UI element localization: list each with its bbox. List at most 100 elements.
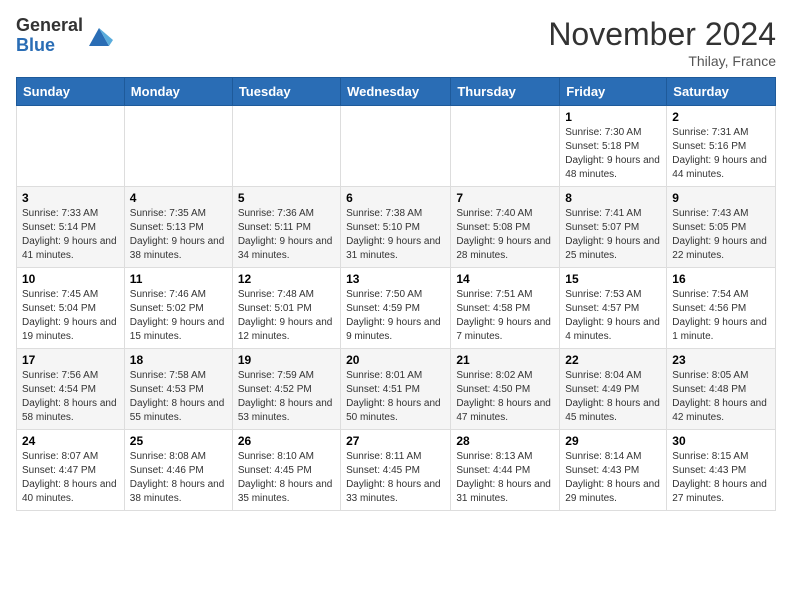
calendar-table: SundayMondayTuesdayWednesdayThursdayFrid… [16,77,776,511]
day-info: Sunrise: 8:05 AM Sunset: 4:48 PM Dayligh… [672,369,770,425]
calendar-cell: 26 Sunrise: 8:10 AM Sunset: 4:45 PM Dayli… [232,430,340,511]
day-number: 27 [346,434,445,448]
day-info: Sunrise: 8:01 AM Sunset: 4:51 PM Dayligh… [346,369,445,425]
calendar-cell: 10Sunrise: 7:45 AM Sunset: 5:04 PM Dayli… [17,268,125,349]
calendar-cell: 24 Sunrise: 8:07 AM Sunset: 4:47 PM Dayli… [17,430,125,511]
day-info: Sunrise: 8:04 AM Sunset: 4:49 PM Dayligh… [565,369,661,425]
calendar-cell: 7 Sunrise: 7:40 AM Sunset: 5:08 PM Daylig… [451,187,560,268]
weekday-header-saturday: Saturday [667,78,776,106]
calendar-cell: 29 Sunrise: 8:14 AM Sunset: 4:43 PM Dayli… [560,430,667,511]
month-title: November 2024 [548,16,776,53]
logo-icon [85,22,113,50]
calendar-cell: 30Sunrise: 8:15 AM Sunset: 4:43 PM Dayli… [667,430,776,511]
calendar-week-4: 17 Sunrise: 7:56 AM Sunset: 4:54 PM Dayli… [17,349,776,430]
calendar-cell: 4Sunrise: 7:35 AM Sunset: 5:13 PM Daylig… [124,187,232,268]
calendar-cell: 5 Sunrise: 7:36 AM Sunset: 5:11 PM Daylig… [232,187,340,268]
day-info: Sunrise: 7:56 AM Sunset: 4:54 PM Dayligh… [22,369,119,425]
day-number: 9 [672,191,770,205]
day-info: Sunrise: 7:35 AM Sunset: 5:13 PM Dayligh… [130,207,227,263]
day-number: 26 [238,434,335,448]
weekday-header-tuesday: Tuesday [232,78,340,106]
calendar-cell: 28 Sunrise: 8:13 AM Sunset: 4:44 PM Dayli… [451,430,560,511]
day-number: 23 [672,353,770,367]
day-number: 24 [22,434,119,448]
day-number: 16 [672,272,770,286]
day-number: 5 [238,191,335,205]
calendar-cell: 15 Sunrise: 7:53 AM Sunset: 4:57 PM Dayli… [560,268,667,349]
day-number: 3 [22,191,119,205]
weekday-header-thursday: Thursday [451,78,560,106]
day-info: Sunrise: 7:54 AM Sunset: 4:56 PM Dayligh… [672,288,770,344]
title-area: November 2024 Thilay, France [548,16,776,69]
day-info: Sunrise: 8:08 AM Sunset: 4:46 PM Dayligh… [130,450,227,506]
calendar-cell: 17 Sunrise: 7:56 AM Sunset: 4:54 PM Dayli… [17,349,125,430]
day-number: 17 [22,353,119,367]
calendar-cell: 20 Sunrise: 8:01 AM Sunset: 4:51 PM Dayli… [341,349,451,430]
day-number: 25 [130,434,227,448]
day-info: Sunrise: 7:30 AM Sunset: 5:18 PM Dayligh… [565,126,661,182]
day-info: Sunrise: 7:53 AM Sunset: 4:57 PM Dayligh… [565,288,661,344]
day-number: 6 [346,191,445,205]
calendar-cell: 3 Sunrise: 7:33 AM Sunset: 5:14 PM Daylig… [17,187,125,268]
day-info: Sunrise: 7:51 AM Sunset: 4:58 PM Dayligh… [456,288,554,344]
calendar-cell: 14 Sunrise: 7:51 AM Sunset: 4:58 PM Dayli… [451,268,560,349]
day-info: Sunrise: 8:14 AM Sunset: 4:43 PM Dayligh… [565,450,661,506]
calendar-week-1: 1 Sunrise: 7:30 AM Sunset: 5:18 PM Daylig… [17,106,776,187]
day-info: Sunrise: 7:59 AM Sunset: 4:52 PM Dayligh… [238,369,335,425]
day-info: Sunrise: 7:50 AM Sunset: 4:59 PM Dayligh… [346,288,445,344]
day-number: 19 [238,353,335,367]
day-info: Sunrise: 7:36 AM Sunset: 5:11 PM Dayligh… [238,207,335,263]
logo-text: General Blue [16,16,83,56]
calendar-week-2: 3 Sunrise: 7:33 AM Sunset: 5:14 PM Daylig… [17,187,776,268]
day-number: 29 [565,434,661,448]
day-info: Sunrise: 8:15 AM Sunset: 4:43 PM Dayligh… [672,450,770,506]
day-number: 8 [565,191,661,205]
calendar-cell [341,106,451,187]
day-info: Sunrise: 8:07 AM Sunset: 4:47 PM Dayligh… [22,450,119,506]
day-number: 18 [130,353,227,367]
weekday-header-wednesday: Wednesday [341,78,451,106]
day-info: Sunrise: 7:31 AM Sunset: 5:16 PM Dayligh… [672,126,770,182]
calendar-cell: 11Sunrise: 7:46 AM Sunset: 5:02 PM Dayli… [124,268,232,349]
day-number: 15 [565,272,661,286]
calendar-cell: 18 Sunrise: 7:58 AM Sunset: 4:53 PM Dayli… [124,349,232,430]
day-info: Sunrise: 7:33 AM Sunset: 5:14 PM Dayligh… [22,207,119,263]
logo-general: General [16,16,83,36]
day-info: Sunrise: 7:46 AM Sunset: 5:02 PM Dayligh… [130,288,227,344]
day-info: Sunrise: 8:11 AM Sunset: 4:45 PM Dayligh… [346,450,445,506]
calendar-cell: 6 Sunrise: 7:38 AM Sunset: 5:10 PM Daylig… [341,187,451,268]
day-number: 21 [456,353,554,367]
day-number: 20 [346,353,445,367]
day-info: Sunrise: 7:40 AM Sunset: 5:08 PM Dayligh… [456,207,554,263]
weekday-header-sunday: Sunday [17,78,125,106]
day-number: 14 [456,272,554,286]
calendar-cell [17,106,125,187]
day-info: Sunrise: 8:10 AM Sunset: 4:45 PM Dayligh… [238,450,335,506]
calendar-cell: 16 Sunrise: 7:54 AM Sunset: 4:56 PM Dayli… [667,268,776,349]
calendar-cell: 13Sunrise: 7:50 AM Sunset: 4:59 PM Dayli… [341,268,451,349]
location: Thilay, France [548,53,776,69]
page-header: General Blue November 2024 Thilay, Franc… [16,16,776,69]
day-number: 1 [565,110,661,124]
calendar-week-3: 10Sunrise: 7:45 AM Sunset: 5:04 PM Dayli… [17,268,776,349]
day-number: 22 [565,353,661,367]
day-info: Sunrise: 7:58 AM Sunset: 4:53 PM Dayligh… [130,369,227,425]
calendar-cell: 8Sunrise: 7:41 AM Sunset: 5:07 PM Daylig… [560,187,667,268]
day-info: Sunrise: 8:02 AM Sunset: 4:50 PM Dayligh… [456,369,554,425]
calendar-cell [232,106,340,187]
day-number: 7 [456,191,554,205]
day-number: 28 [456,434,554,448]
day-number: 10 [22,272,119,286]
day-info: Sunrise: 7:38 AM Sunset: 5:10 PM Dayligh… [346,207,445,263]
calendar-week-5: 24 Sunrise: 8:07 AM Sunset: 4:47 PM Dayli… [17,430,776,511]
calendar-cell [124,106,232,187]
logo: General Blue [16,16,113,56]
weekday-header-friday: Friday [560,78,667,106]
calendar-cell: 22 Sunrise: 8:04 AM Sunset: 4:49 PM Dayli… [560,349,667,430]
calendar-cell [451,106,560,187]
calendar-cell: 2 Sunrise: 7:31 AM Sunset: 5:16 PM Daylig… [667,106,776,187]
day-info: Sunrise: 8:13 AM Sunset: 4:44 PM Dayligh… [456,450,554,506]
calendar-cell: 25 Sunrise: 8:08 AM Sunset: 4:46 PM Dayli… [124,430,232,511]
day-number: 2 [672,110,770,124]
calendar-cell: 19 Sunrise: 7:59 AM Sunset: 4:52 PM Dayli… [232,349,340,430]
